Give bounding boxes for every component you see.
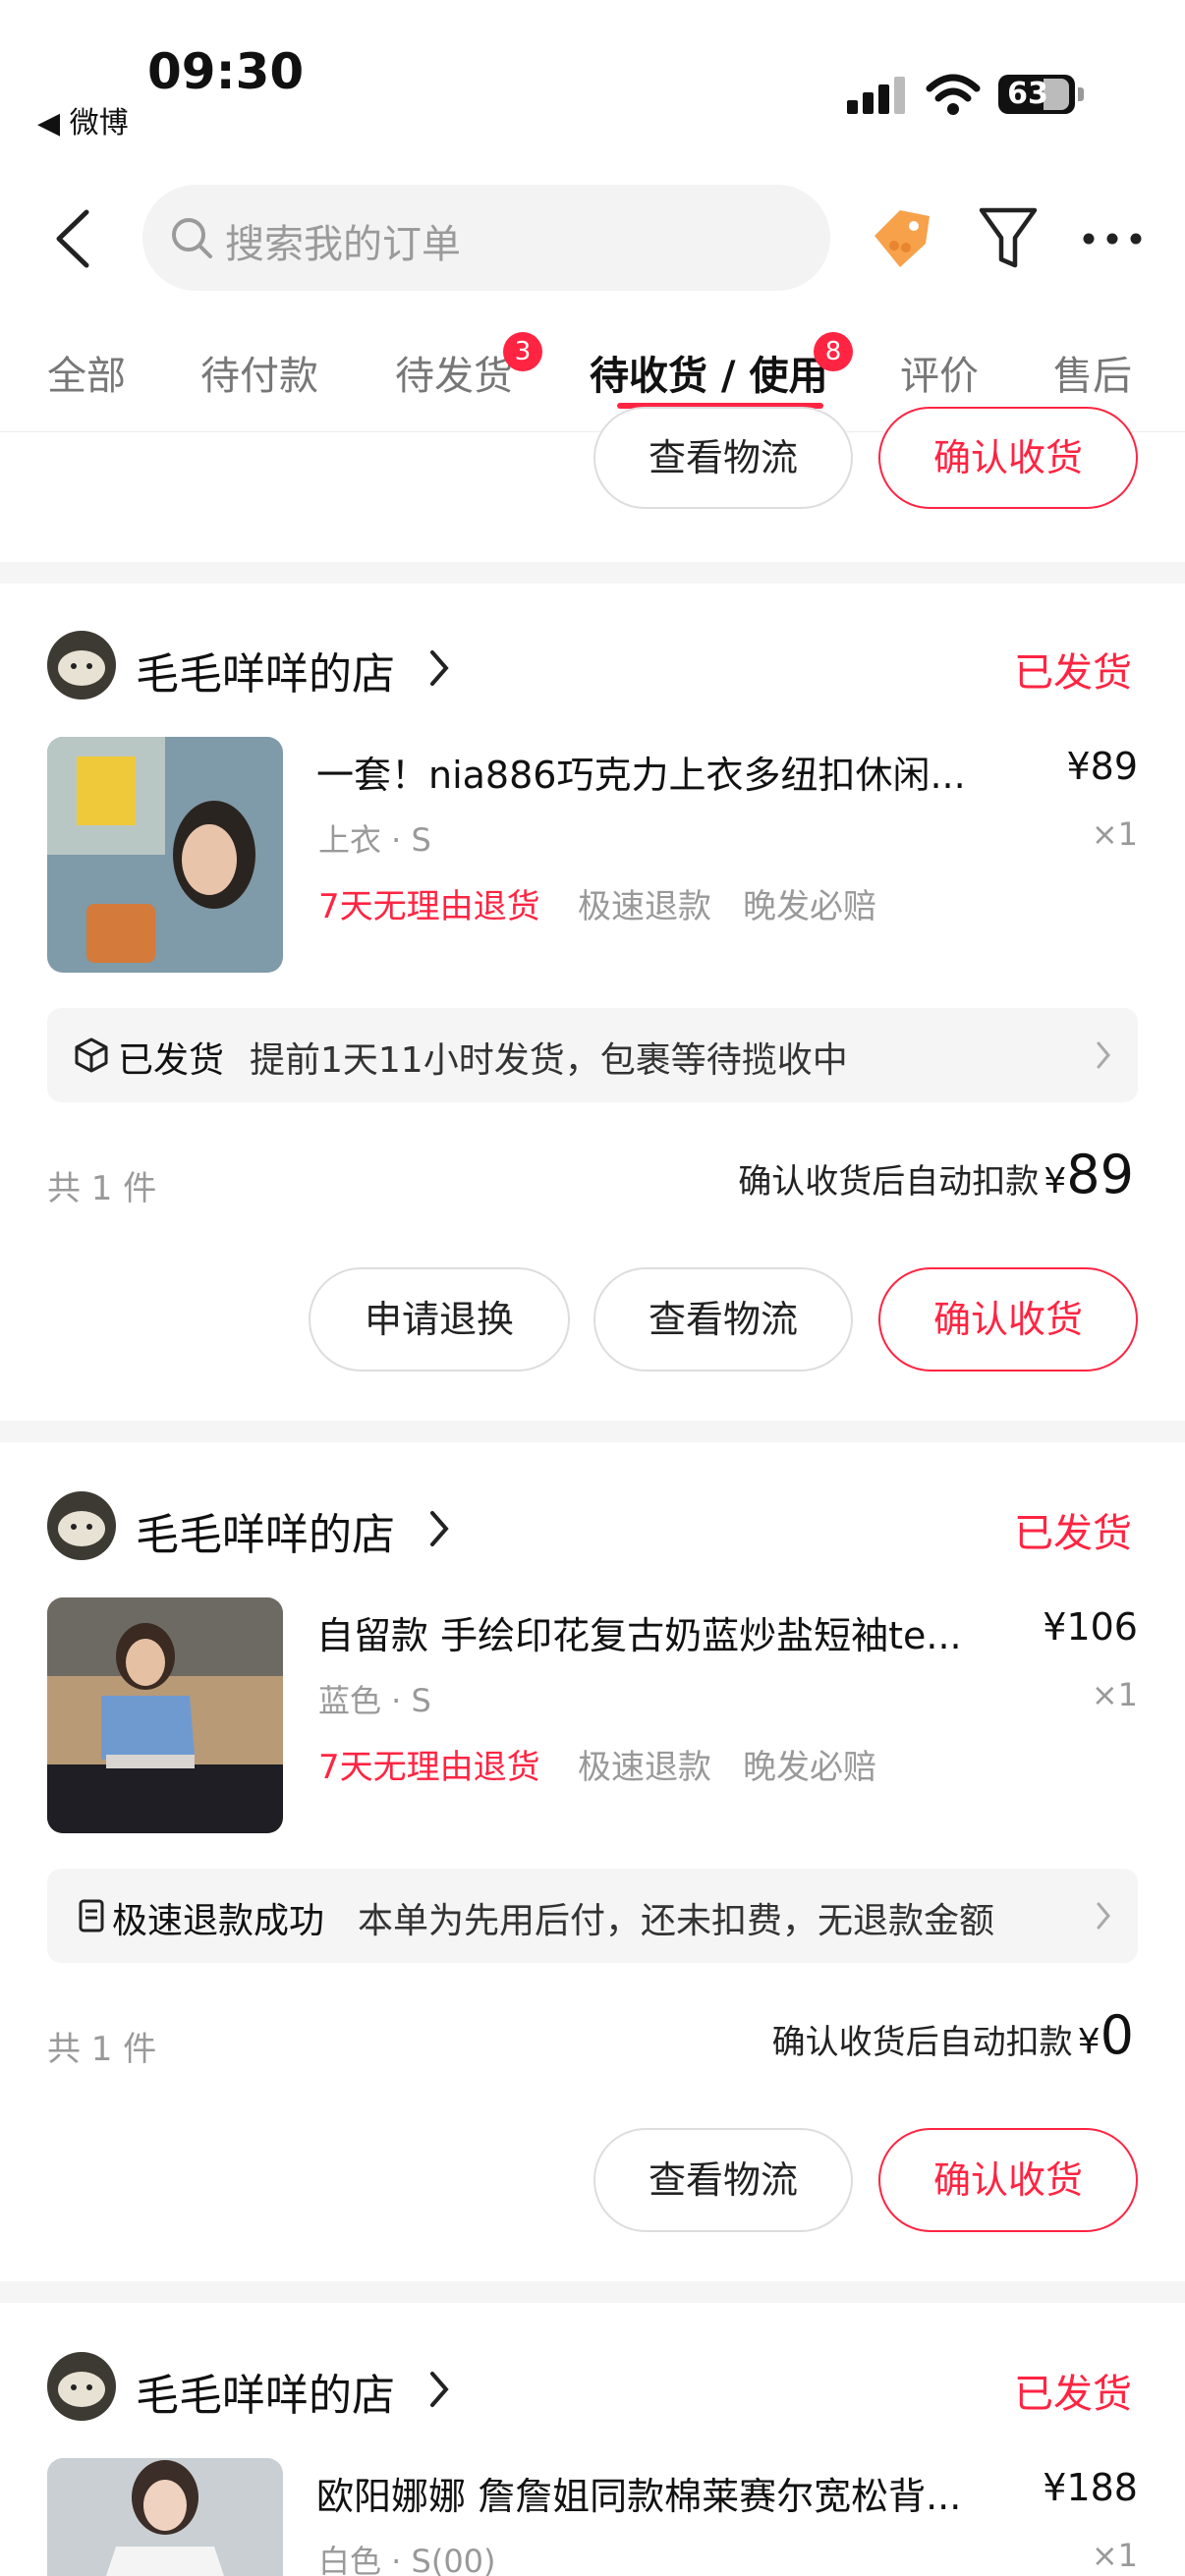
- tab-all[interactable]: 全部: [47, 344, 126, 401]
- service-tag: 极速退款: [578, 887, 711, 926]
- more-dots-icon[interactable]: [1081, 231, 1144, 247]
- confirm-receipt-button[interactable]: 确认收货: [878, 407, 1138, 509]
- service-tag: 晚发必赔: [743, 887, 876, 926]
- search-input[interactable]: 搜索我的订单: [142, 185, 830, 291]
- chevron-right-icon: [1097, 1902, 1110, 1930]
- product-image[interactable]: [47, 737, 283, 973]
- shop-name[interactable]: 毛毛咩咩的店: [136, 1499, 395, 1562]
- back-icon[interactable]: [51, 208, 96, 269]
- service-tag: 7天无理由退货: [318, 887, 540, 926]
- product-price: ¥89: [1066, 745, 1138, 788]
- filter-icon[interactable]: [978, 204, 1039, 271]
- chevron-right-icon: [430, 2372, 449, 2407]
- coupon-tag-icon[interactable]: [865, 206, 935, 271]
- order-separator: [0, 2281, 1185, 2303]
- order-total: 确认收货后自动扣款 ¥89: [738, 1144, 1134, 1205]
- confirm-receipt-button[interactable]: 确认收货: [878, 2128, 1138, 2232]
- confirm-receipt-button[interactable]: 确认收货: [878, 1267, 1138, 1372]
- search-icon: [172, 218, 212, 258]
- total-currency: ¥: [1077, 2022, 1100, 2062]
- service-tag: 极速退款: [578, 1748, 711, 1787]
- battery-icon: 63: [998, 75, 1075, 114]
- service-tag: 晚发必赔: [743, 1748, 876, 1787]
- document-icon: [79, 1899, 104, 1932]
- product-title[interactable]: 一套！nia886巧克力上衣多纽扣休闲...: [316, 745, 1034, 799]
- tab-pending-receipt[interactable]: 待收货 / 使用: [590, 344, 827, 401]
- total-label: 确认收货后自动扣款: [738, 1162, 1040, 1202]
- logistics-info-bar[interactable]: 已发货 提前1天11小时发货，包裹等待揽收中: [47, 1008, 1138, 1102]
- shop-avatar[interactable]: [47, 631, 116, 700]
- product-price: ¥188: [1043, 2466, 1138, 2509]
- tab-pending-payment[interactable]: 待付款: [200, 344, 318, 401]
- shop-name[interactable]: 毛毛咩咩的店: [136, 2360, 395, 2423]
- product-image[interactable]: [47, 1597, 283, 1833]
- wifi-icon: [926, 74, 981, 115]
- product-price: ¥106: [1043, 1605, 1138, 1649]
- tab-badge-pending-shipment: 3: [503, 332, 542, 371]
- total-amount: 89: [1066, 1144, 1134, 1205]
- request-return-button[interactable]: 申请退换: [309, 1267, 570, 1372]
- product-spec: 上衣 · S: [318, 821, 431, 859]
- order-status: 已发货: [1014, 1511, 1132, 1556]
- logistics-status: 已发货: [118, 1040, 225, 1081]
- product-quantity: ×1: [1091, 1676, 1138, 1713]
- order-status: 已发货: [1014, 2372, 1132, 2417]
- view-logistics-button[interactable]: 查看物流: [593, 1267, 853, 1372]
- product-quantity: ×1: [1091, 815, 1138, 853]
- product-quantity: ×1: [1091, 2537, 1138, 2574]
- shop-avatar[interactable]: [47, 2352, 116, 2421]
- refund-detail: 本单为先用后付，还未扣费，无退款金额: [358, 1901, 995, 1941]
- product-image[interactable]: [47, 2458, 283, 2576]
- view-logistics-button[interactable]: 查看物流: [593, 2128, 853, 2232]
- package-icon: [75, 1037, 108, 1073]
- back-to-app-link[interactable]: ◀ 微博: [37, 98, 129, 141]
- order-status: 已发货: [1014, 650, 1132, 696]
- total-label: 确认收货后自动扣款: [771, 2023, 1073, 2062]
- order-separator: [0, 562, 1185, 584]
- shop-name[interactable]: 毛毛咩咩的店: [136, 639, 395, 701]
- chevron-right-icon: [430, 1511, 449, 1546]
- status-time: 09:30: [147, 43, 305, 100]
- product-spec: 白色 · S(00): [318, 2543, 496, 2576]
- service-tag: 7天无理由退货: [318, 1748, 540, 1787]
- refund-info-bar[interactable]: 极速退款成功 本单为先用后付，还未扣费，无退款金额: [47, 1869, 1138, 1963]
- order-separator: [0, 1421, 1185, 1442]
- total-currency: ¥: [1044, 1161, 1067, 1202]
- order-total: 确认收货后自动扣款 ¥0: [772, 2004, 1134, 2066]
- logistics-detail: 提前1天11小时发货，包裹等待揽收中: [250, 1040, 848, 1081]
- item-count: 共 1 件: [47, 2030, 157, 2069]
- tab-pending-shipment[interactable]: 待发货: [395, 344, 513, 401]
- refund-status: 极速退款成功: [112, 1901, 325, 1941]
- total-amount: 0: [1100, 2004, 1134, 2066]
- view-logistics-button[interactable]: 查看物流: [593, 407, 853, 509]
- product-title[interactable]: 自留款 手绘印花复古奶蓝炒盐短袖te...: [316, 1605, 1014, 1659]
- chevron-right-icon: [1097, 1041, 1110, 1069]
- search-placeholder: 搜索我的订单: [225, 222, 461, 267]
- battery-tip: [1078, 87, 1084, 101]
- signal-icon: [847, 77, 906, 114]
- tab-badge-pending-receipt: 8: [814, 332, 853, 371]
- chevron-right-icon: [430, 650, 449, 686]
- status-bar: 09:30 ◀ 微博 63: [0, 0, 1185, 147]
- tab-after-sales[interactable]: 售后: [1053, 344, 1132, 401]
- tab-review[interactable]: 评价: [900, 344, 979, 401]
- shop-avatar[interactable]: [47, 1491, 116, 1560]
- item-count: 共 1 件: [47, 1169, 157, 1208]
- product-spec: 蓝色 · S: [318, 1682, 431, 1719]
- product-title[interactable]: 欧阳娜娜 詹詹姐同款棉莱赛尔宽松背...: [316, 2466, 1014, 2520]
